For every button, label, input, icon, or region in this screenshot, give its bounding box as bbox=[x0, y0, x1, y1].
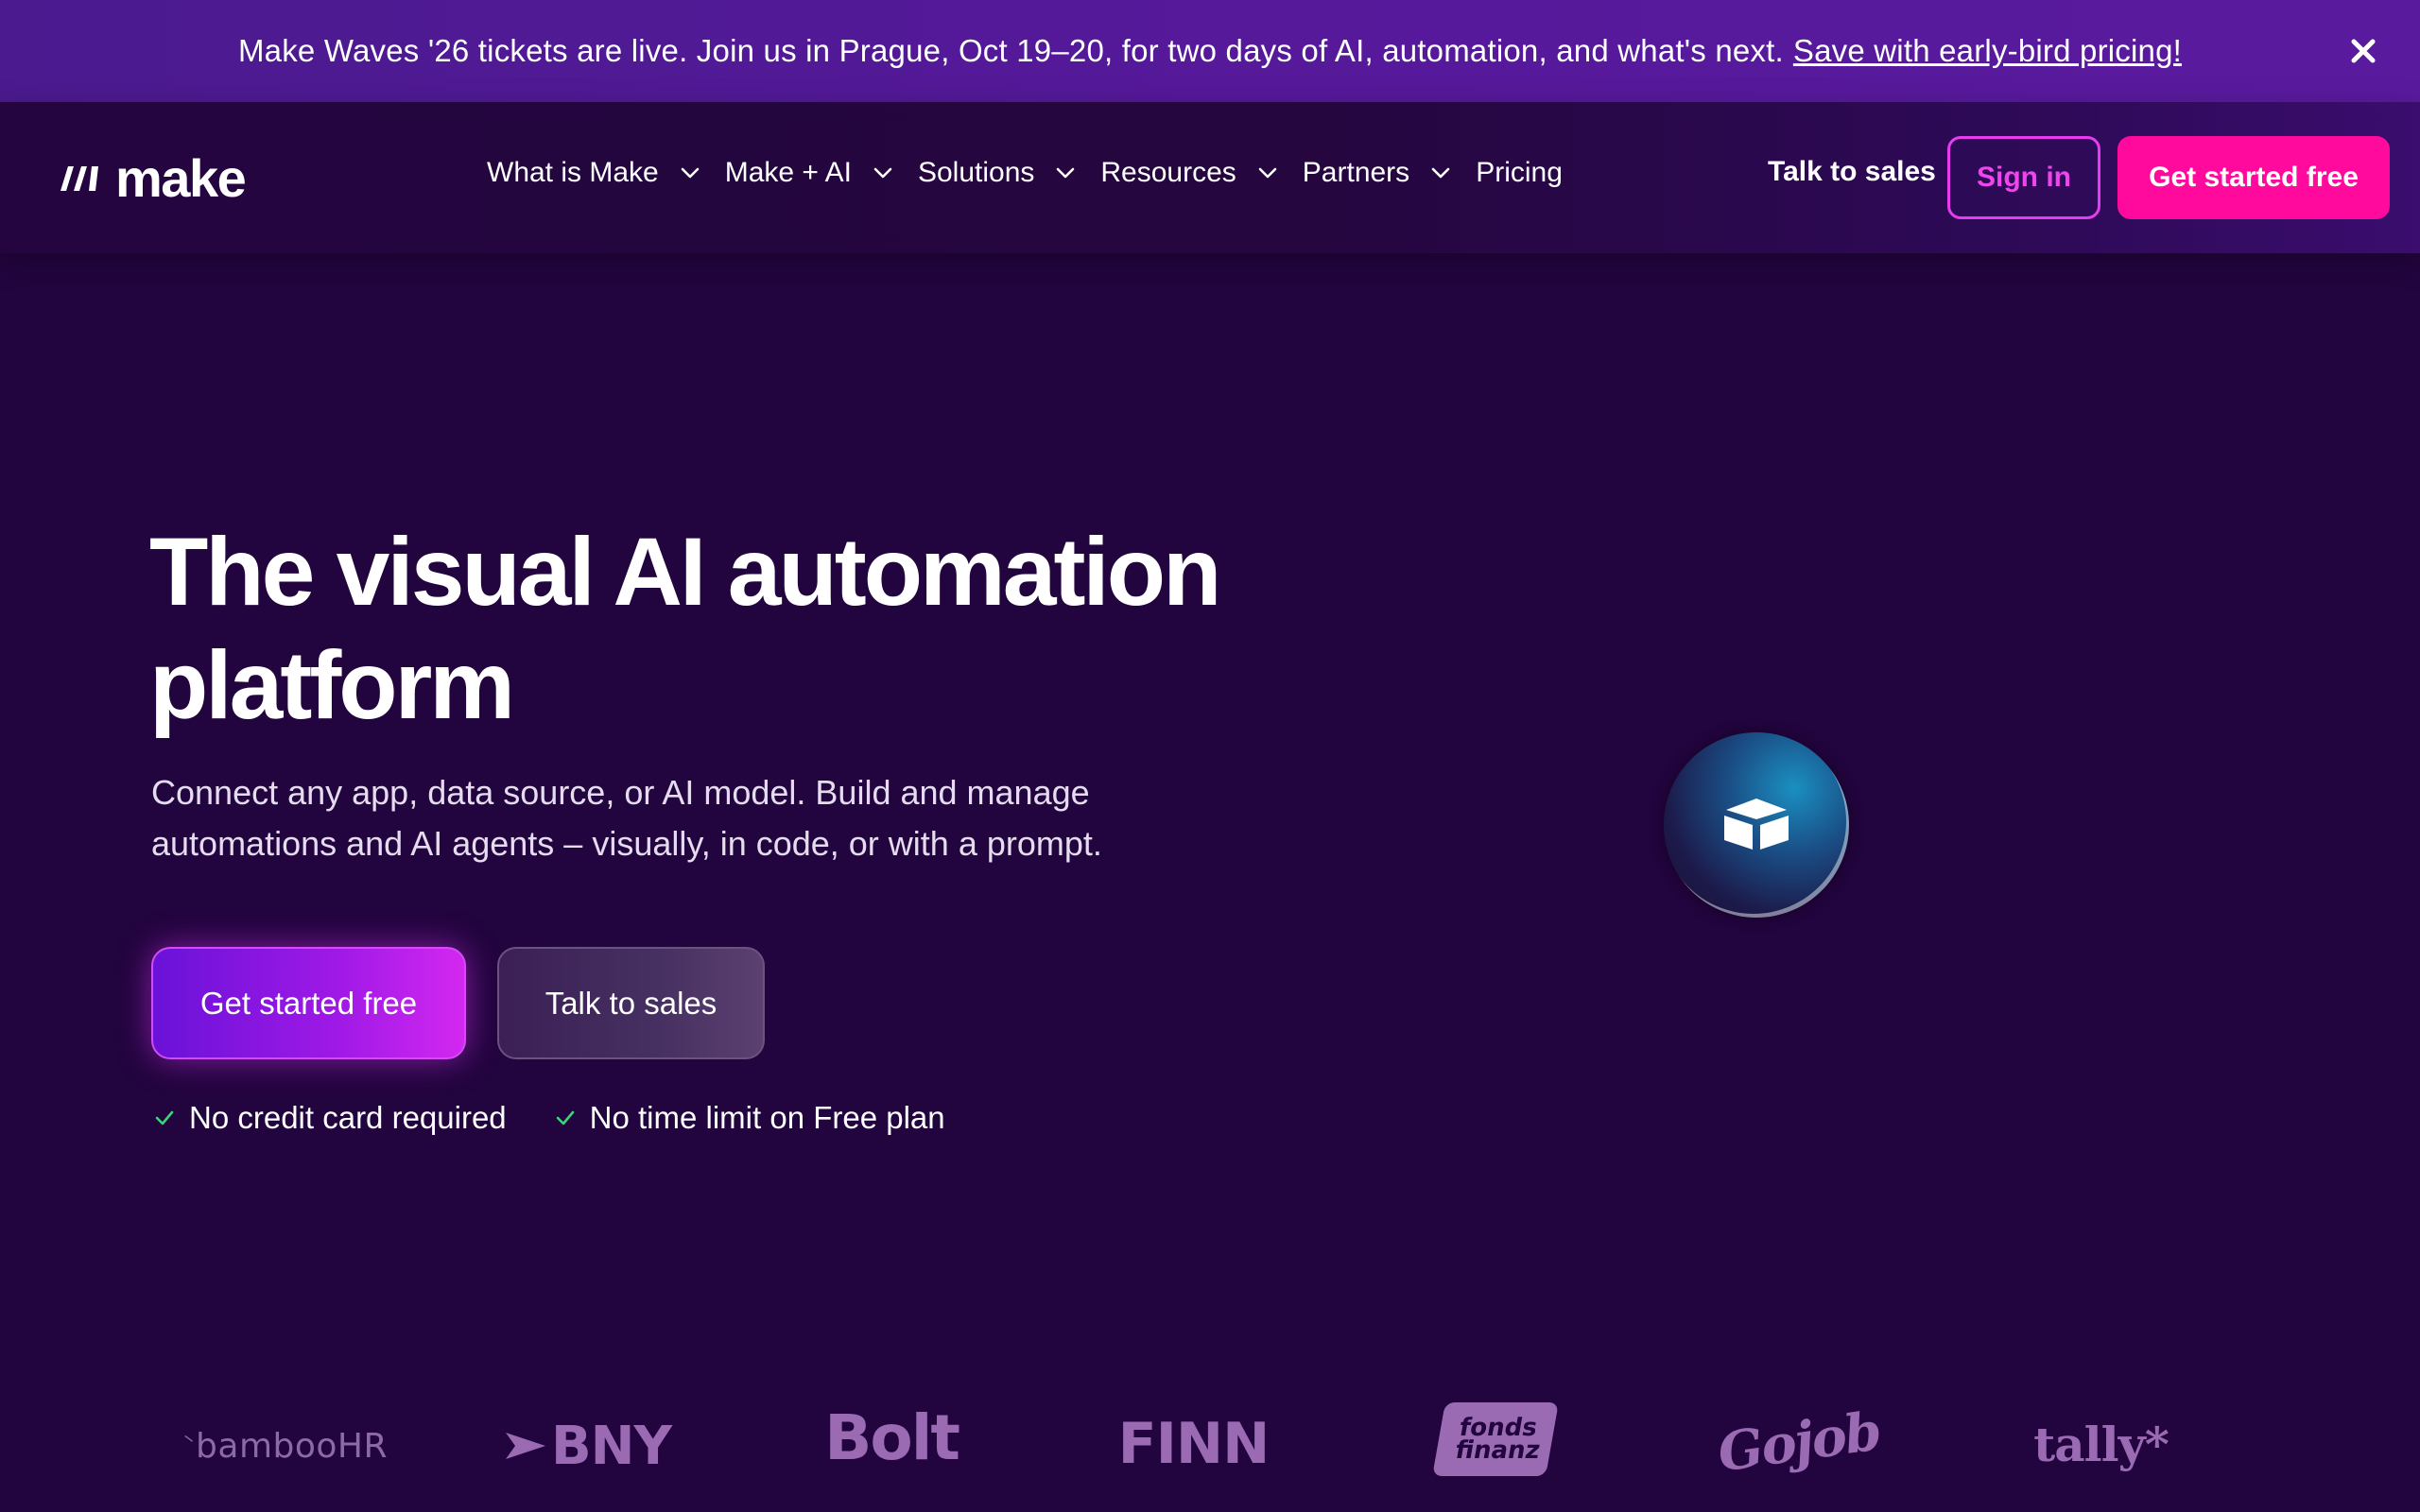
announcement-banner: Make Waves '26 tickets are live. Join us… bbox=[0, 0, 2420, 102]
chevron-down-icon bbox=[873, 167, 892, 179]
hero-benefits: No credit card required No time limit on… bbox=[153, 1100, 993, 1136]
tally-logo: tally* bbox=[2033, 1406, 2169, 1482]
nav-item-label: Partners bbox=[1302, 157, 1410, 188]
box-icon bbox=[1724, 799, 1789, 850]
nav-item-resources[interactable]: Resources bbox=[1100, 157, 1277, 189]
hero-title: The visual AI automation platform bbox=[149, 515, 1284, 742]
bolt-logo: Bolt bbox=[824, 1395, 960, 1480]
hero-subtitle: Connect any app, data source, or AI mode… bbox=[151, 767, 1238, 869]
finn-logo-text: FINN bbox=[1117, 1411, 1270, 1477]
hero-subtitle-line-1: Connect any app, data source, or AI mode… bbox=[151, 773, 1090, 812]
partner-logos: bambooHR BNY Bolt FINN fonds finanz Gojo… bbox=[0, 1389, 2420, 1493]
nav-item-label: What is Make bbox=[487, 157, 659, 188]
make-logo[interactable]: make bbox=[57, 147, 247, 208]
bamboohr-logo: bambooHR bbox=[184, 1418, 388, 1474]
chevron-down-icon bbox=[1057, 167, 1075, 179]
hero-title-line-2: platform bbox=[149, 631, 515, 739]
nav-item-partners[interactable]: Partners bbox=[1303, 157, 1451, 189]
banner-cta-link[interactable]: Save with early-bird pricing! bbox=[1793, 33, 2182, 69]
benefit-item: No credit card required bbox=[153, 1100, 507, 1136]
hero-get-started-button[interactable]: Get started free bbox=[151, 947, 466, 1059]
nav-links: What is Make Make + AI Solutions Resourc… bbox=[487, 157, 1563, 189]
bolt-logo-text: Bolt bbox=[824, 1400, 960, 1474]
hero-title-line-1: The visual AI automation bbox=[149, 518, 1221, 626]
nav-item-label: Make + AI bbox=[724, 157, 852, 188]
nav-item-label: Pricing bbox=[1476, 157, 1563, 188]
app-bubble bbox=[1664, 732, 1849, 918]
gojob-logo: Gojob bbox=[1714, 1400, 1883, 1484]
make-logo-icon bbox=[60, 166, 98, 191]
benefit-text: No credit card required bbox=[189, 1100, 507, 1135]
nav-item-solutions[interactable]: Solutions bbox=[918, 157, 1076, 189]
tally-logo-text: tally* bbox=[2033, 1416, 2169, 1472]
fonds-finanz-logo-text: fonds finanz bbox=[1453, 1414, 1543, 1465]
talk-to-sales-link[interactable]: Talk to sales bbox=[1768, 156, 1936, 188]
benefit-text: No time limit on Free plan bbox=[589, 1100, 945, 1135]
nav-item-pricing[interactable]: Pricing bbox=[1476, 157, 1563, 189]
hero-talk-to-sales-button[interactable]: Talk to sales bbox=[497, 947, 765, 1059]
gojob-logo-text: Gojob bbox=[1713, 1400, 1884, 1485]
banner-message: Make Waves '26 tickets are live. Join us… bbox=[237, 33, 1784, 68]
checkmark-icon bbox=[155, 1110, 174, 1125]
close-icon[interactable] bbox=[2344, 32, 2382, 70]
finn-logo: FINN bbox=[1118, 1406, 1270, 1482]
bny-logo: BNY bbox=[501, 1408, 676, 1484]
nav-item-make-ai[interactable]: Make + AI bbox=[725, 157, 893, 189]
nav-item-label: Resources bbox=[1100, 157, 1236, 188]
chevron-down-icon bbox=[1431, 167, 1450, 179]
chevron-down-icon bbox=[681, 167, 700, 179]
benefit-item: No time limit on Free plan bbox=[554, 1100, 945, 1136]
bny-logo-text: BNY bbox=[550, 1415, 672, 1477]
nav-item-what-is-make[interactable]: What is Make bbox=[487, 157, 700, 189]
logo-wordmark: make bbox=[115, 147, 247, 208]
page: Make Waves '26 tickets are live. Join us… bbox=[0, 0, 2420, 1512]
bamboohr-logo-text: bambooHR bbox=[196, 1426, 388, 1466]
fonds-finanz-logo: fonds finanz bbox=[1432, 1402, 1559, 1476]
nav-item-label: Solutions bbox=[917, 157, 1035, 188]
checkmark-icon bbox=[556, 1110, 574, 1125]
sign-in-button[interactable]: Sign in bbox=[1947, 136, 2100, 219]
chevron-down-icon bbox=[1258, 167, 1277, 179]
nav-get-started-button[interactable]: Get started free bbox=[2118, 136, 2390, 219]
hero-subtitle-line-2: automations and AI agents – visually, in… bbox=[151, 824, 1102, 863]
